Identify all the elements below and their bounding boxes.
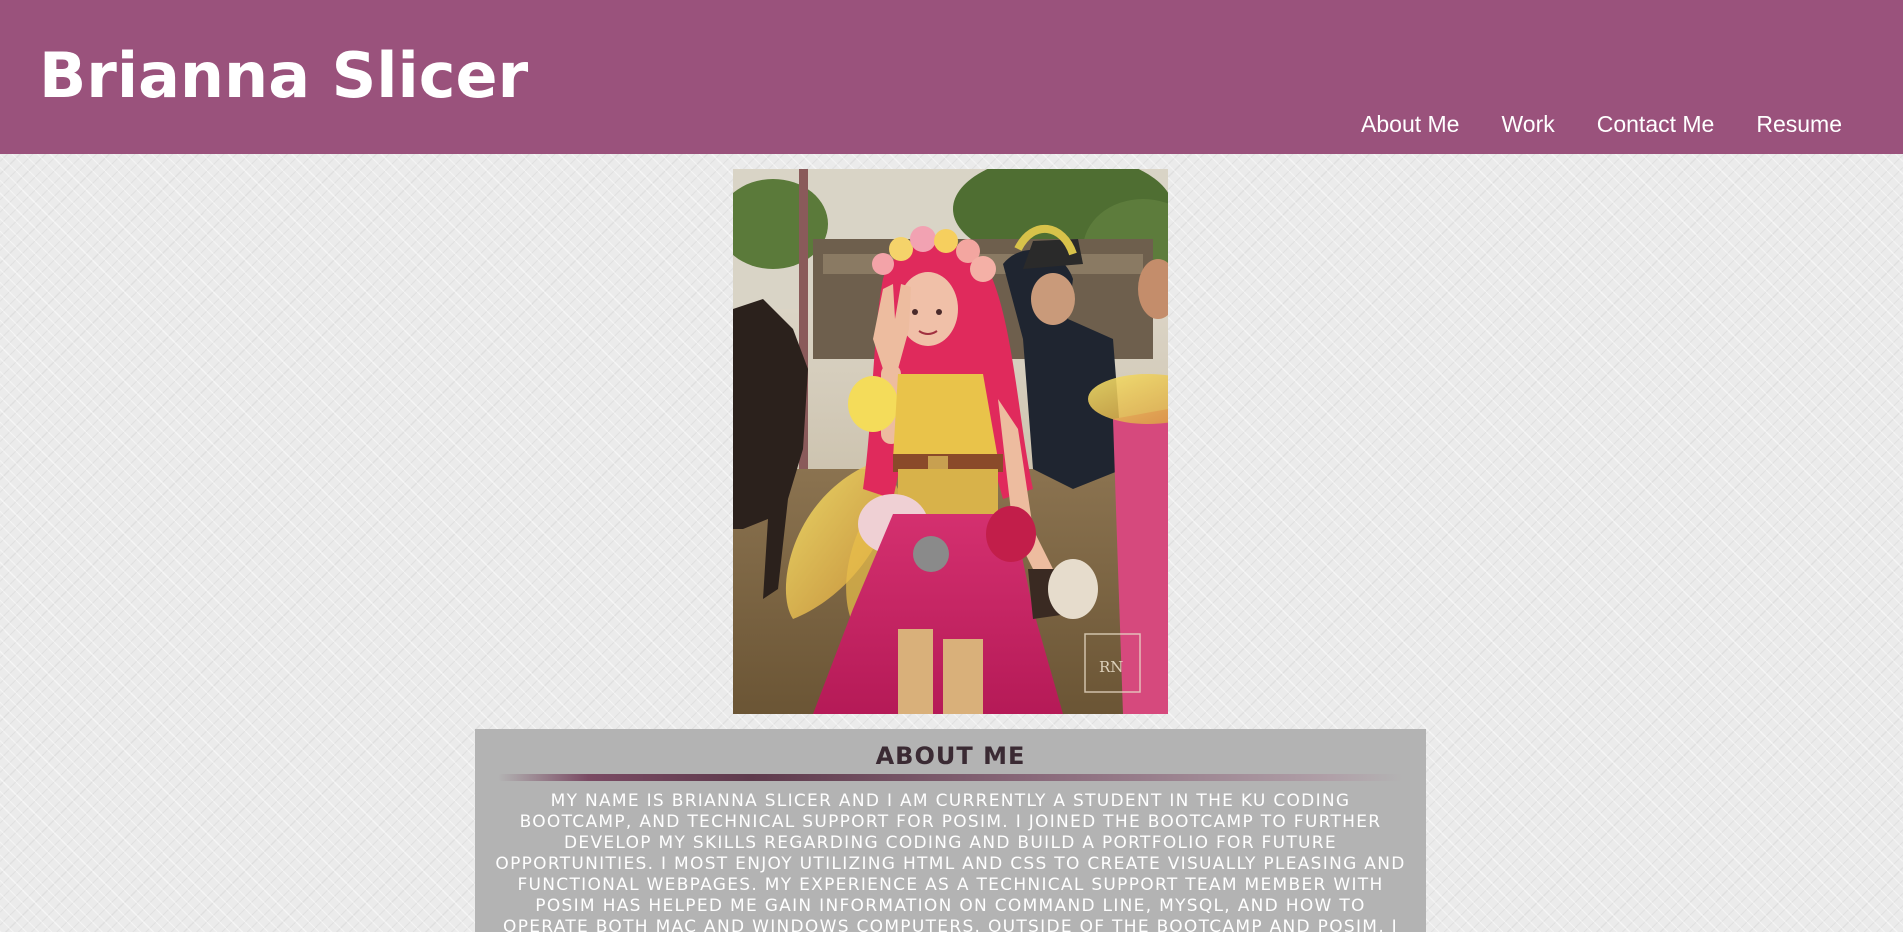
about-section: ABOUT ME My name is Brianna Slicer and I… bbox=[475, 729, 1426, 932]
about-divider bbox=[498, 774, 1403, 781]
nav-link-contact-me[interactable]: Contact Me bbox=[1597, 110, 1715, 138]
main-nav: About Me Work Contact Me Resume bbox=[1361, 110, 1842, 138]
about-heading: ABOUT ME bbox=[875, 742, 1026, 770]
site-header: Brianna Slicer About Me Work Contact Me … bbox=[0, 0, 1903, 154]
about-text: My name is Brianna Slicer and I am curre… bbox=[495, 791, 1406, 932]
nav-link-about-me[interactable]: About Me bbox=[1361, 110, 1459, 138]
photo-watermark: RN bbox=[1099, 658, 1123, 676]
nav-link-work[interactable]: Work bbox=[1501, 110, 1554, 138]
site-title: Brianna Slicer bbox=[39, 39, 529, 112]
nav-link-resume[interactable]: Resume bbox=[1756, 110, 1842, 138]
profile-photo: RN bbox=[733, 169, 1168, 714]
